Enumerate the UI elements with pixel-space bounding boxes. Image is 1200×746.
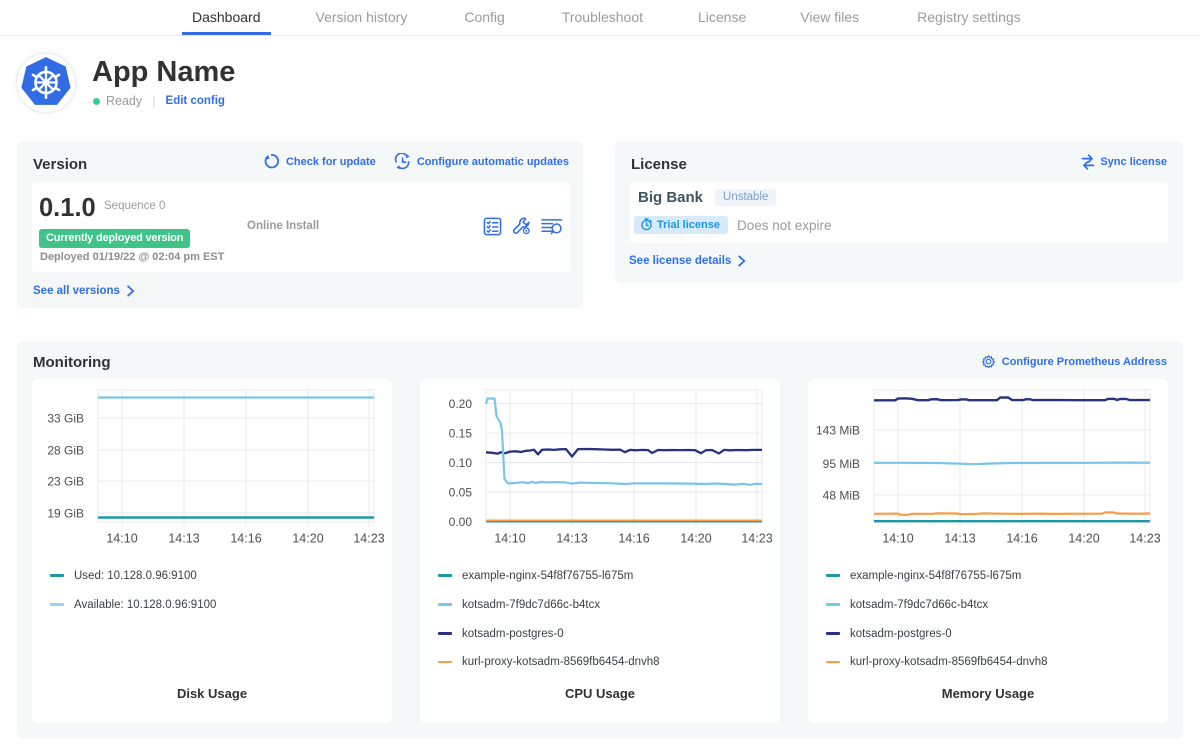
svg-text:14:16: 14:16 [618,532,649,546]
svg-text:14:10: 14:10 [106,532,137,546]
svg-text:14:23: 14:23 [1129,532,1160,546]
svg-text:33 GiB: 33 GiB [47,411,84,425]
svg-text:14:23: 14:23 [741,532,772,546]
svg-text:48 MiB: 48 MiB [823,488,860,502]
svg-text:95 MiB: 95 MiB [823,457,860,471]
svg-text:14:16: 14:16 [230,532,261,546]
svg-text:14:20: 14:20 [680,532,711,546]
svg-text:14:13: 14:13 [556,532,587,546]
svg-text:0.10: 0.10 [449,456,473,470]
svg-text:19 GiB: 19 GiB [47,506,84,520]
svg-text:23 GiB: 23 GiB [47,474,84,488]
svg-text:14:13: 14:13 [944,532,975,546]
svg-text:0.20: 0.20 [449,397,473,411]
svg-text:14:13: 14:13 [168,532,199,546]
svg-text:0.00: 0.00 [449,515,473,529]
svg-text:14:16: 14:16 [1006,532,1037,546]
svg-text:143 MiB: 143 MiB [816,423,860,437]
svg-text:14:10: 14:10 [494,532,525,546]
svg-text:14:20: 14:20 [1068,532,1099,546]
svg-text:0.05: 0.05 [449,485,473,499]
svg-text:0.15: 0.15 [449,426,473,440]
svg-text:14:10: 14:10 [882,532,913,546]
svg-text:14:23: 14:23 [353,532,384,546]
svg-text:14:20: 14:20 [292,532,323,546]
svg-text:28 GiB: 28 GiB [47,443,84,457]
